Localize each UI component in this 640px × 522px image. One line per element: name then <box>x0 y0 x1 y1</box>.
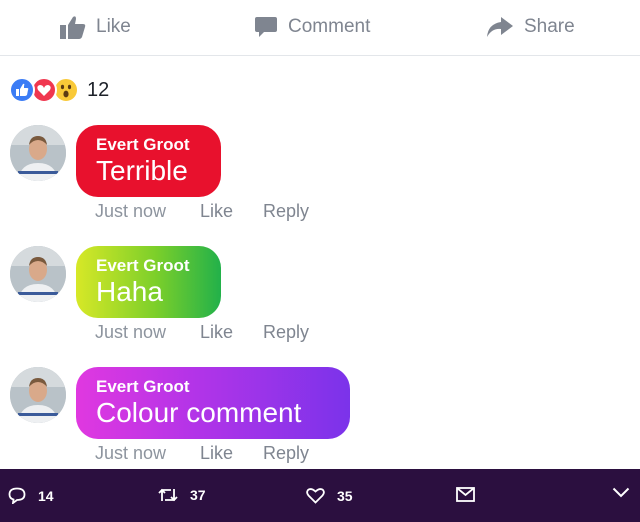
comment-author[interactable]: Evert Groot <box>96 376 330 397</box>
comment-like-link[interactable]: Like <box>200 322 263 343</box>
retweet-icon <box>158 488 178 502</box>
avatar[interactable] <box>10 367 66 423</box>
share-action-button[interactable]: Share <box>486 12 575 42</box>
reactions-summary[interactable]: 12 <box>9 76 109 104</box>
comment-item: Evert Groot Colour comment Just now Like… <box>0 367 640 477</box>
like-action-label: Like <box>96 16 131 37</box>
reply-button[interactable]: 14 <box>8 487 54 504</box>
reaction-count: 12 <box>87 78 110 101</box>
post-action-bar: Like Comment Share <box>0 0 640 56</box>
like-reaction-icon <box>9 77 35 103</box>
comment-item: Evert Groot Terrible Just now Like Reply <box>0 125 640 235</box>
comment-meta: Just now Like Reply <box>95 443 309 464</box>
direct-message-button[interactable] <box>456 487 475 502</box>
thumbs-up-icon <box>60 16 86 39</box>
avatar[interactable] <box>10 246 66 302</box>
comment-bubble: Evert Groot Terrible <box>76 125 221 197</box>
comment-timestamp: Just now <box>95 322 167 342</box>
comment-meta: Just now Like Reply <box>95 322 309 343</box>
comment-icon <box>255 17 277 37</box>
comment-reply-link[interactable]: Reply <box>263 322 309 343</box>
comment-action-button[interactable]: Comment <box>254 12 370 42</box>
comment-action-label: Comment <box>288 16 371 37</box>
like-tweet-button[interactable]: 35 <box>306 487 353 504</box>
more-options-button[interactable] <box>612 487 630 498</box>
share-action-label: Share <box>524 16 575 37</box>
comment-bubble: Evert Groot Colour comment <box>76 367 350 439</box>
retweet-count: 37 <box>190 487 206 503</box>
comment-meta: Just now Like Reply <box>95 201 309 222</box>
comment-author[interactable]: Evert Groot <box>96 134 201 155</box>
comment-reply-link[interactable]: Reply <box>263 443 309 464</box>
comment-item: Evert Groot Haha Just now Like Reply <box>0 246 640 356</box>
retweet-button[interactable]: 37 <box>158 487 206 503</box>
comment-bubble: Evert Groot Haha <box>76 246 221 318</box>
tweet-action-bar: 14 37 35 <box>0 469 640 522</box>
comment-like-link[interactable]: Like <box>200 443 263 464</box>
reply-count: 14 <box>38 487 54 504</box>
chevron-down-icon <box>612 487 630 498</box>
comment-timestamp: Just now <box>95 201 167 221</box>
heart-icon <box>306 488 325 504</box>
avatar[interactable] <box>10 125 66 181</box>
mail-icon <box>456 487 475 502</box>
reply-icon <box>8 487 26 504</box>
comment-reply-link[interactable]: Reply <box>263 201 309 222</box>
share-icon <box>487 17 513 37</box>
comment-text: Terrible <box>96 155 188 186</box>
comment-author[interactable]: Evert Groot <box>96 255 201 276</box>
like-action-button[interactable]: Like <box>60 12 131 42</box>
like-count: 35 <box>337 487 353 504</box>
comment-like-link[interactable]: Like <box>200 201 263 222</box>
comment-timestamp: Just now <box>95 443 167 463</box>
comment-text: Colour comment <box>96 397 302 428</box>
comment-text: Haha <box>96 276 163 307</box>
